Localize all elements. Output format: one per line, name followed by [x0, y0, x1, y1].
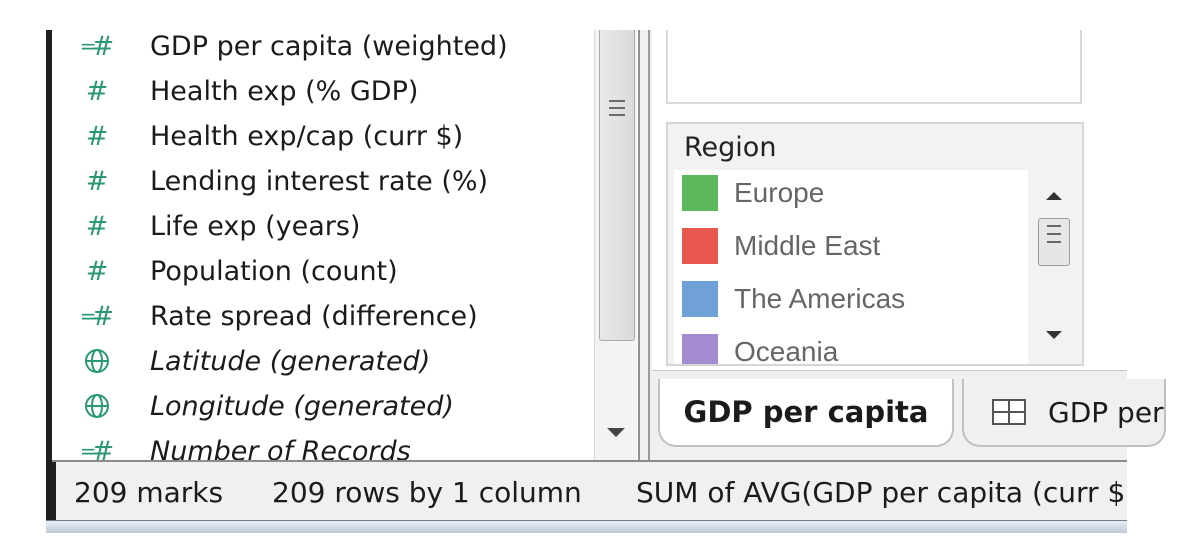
field-item[interactable]: # Health exp (% GDP): [52, 69, 592, 113]
legend-item[interactable]: Europe: [682, 172, 824, 214]
field-label: Rate spread (difference): [150, 300, 478, 332]
measure-icon: #: [85, 75, 109, 107]
measure-icon: #: [85, 165, 109, 197]
measure-icon: #: [85, 255, 109, 287]
field-item[interactable]: # Population (count): [52, 249, 592, 293]
sheet-tab-bar: GDP per capita GDP per: [652, 370, 1166, 461]
legend-label: Middle East: [734, 230, 881, 261]
window-frame-bottom: [46, 520, 1127, 533]
field-item[interactable]: = # GDP per capita (weighted): [52, 30, 592, 68]
field-item[interactable]: # Life exp (years): [52, 204, 592, 248]
field-label: Longitude (generated): [150, 390, 454, 422]
globe-icon: [72, 339, 122, 383]
scroll-up-arrow-icon[interactable]: [1046, 192, 1062, 200]
scroll-down-arrow-icon[interactable]: [607, 428, 625, 437]
field-label: Latitude (generated): [150, 345, 431, 377]
status-marks: 209 marks: [74, 476, 224, 509]
legend-label: Oceania: [734, 336, 839, 364]
field-item[interactable]: # Health exp/cap (curr $): [52, 114, 592, 158]
status-sum: SUM of AVG(GDP per capita (curr $: [636, 476, 1126, 509]
legend-label: Europe: [734, 177, 825, 208]
status-rows: 209 rows by 1 column: [272, 476, 582, 509]
legend-title: Region: [684, 132, 777, 163]
tab-label: GDP per capita: [683, 395, 929, 429]
field-label: Life exp (years): [150, 210, 361, 242]
globe-icon: [72, 384, 122, 428]
data-pane-field-list: = # GDP per capita (weighted) # Health exp (…: [52, 30, 592, 460]
scrollbar-thumb[interactable]: [599, 30, 635, 341]
data-pane-scrollbar[interactable]: [594, 30, 637, 460]
field-item[interactable]: = # Rate spread (difference): [52, 294, 592, 338]
card-panel: [666, 30, 1082, 104]
measure-icon: #: [85, 210, 109, 242]
field-label: Population (count): [150, 255, 398, 287]
color-swatch: [682, 281, 718, 317]
field-label: Lending interest rate (%): [150, 165, 489, 197]
field-label: Health exp/cap (curr $): [150, 120, 464, 152]
tab-gdp-per-capita[interactable]: GDP per capita: [658, 379, 954, 447]
scrollbar-grip-icon: [609, 100, 625, 120]
legend-item[interactable]: Oceania: [682, 331, 838, 364]
tableau-window: = # GDP per capita (weighted) # Health exp (…: [46, 30, 1166, 533]
window-frame-left: [52, 462, 56, 522]
field-item[interactable]: Longitude (generated): [52, 384, 592, 428]
field-item[interactable]: # Lending interest rate (%): [52, 159, 592, 203]
pane-splitter[interactable]: [638, 30, 652, 460]
crosstab-icon: [992, 399, 1026, 425]
field-item[interactable]: Latitude (generated): [52, 339, 592, 383]
scrollbar-thumb[interactable]: [1038, 218, 1070, 266]
legend-item[interactable]: The Americas: [682, 278, 905, 320]
legend-label: The Americas: [734, 283, 906, 314]
legend-list: Europe Middle East The Americas Oceania: [674, 170, 1028, 364]
field-label: Health exp (% GDP): [150, 75, 419, 107]
splitter-line: [648, 30, 650, 460]
color-swatch: [682, 175, 718, 211]
calculated-measure-icon: = #: [79, 30, 115, 62]
field-item[interactable]: = # Number of Records: [52, 429, 592, 461]
legend-scrollbar[interactable]: [1034, 170, 1074, 364]
splitter-line: [638, 30, 640, 460]
field-label: GDP per capita (weighted): [150, 30, 508, 62]
scroll-down-arrow-icon[interactable]: [1046, 331, 1062, 339]
color-legend: Region Europe Middle East The Americas Ocea…: [666, 122, 1084, 366]
field-label: Number of Records: [150, 435, 411, 461]
view-area: Region Europe Middle East The Americas Ocea…: [652, 30, 1166, 461]
color-swatch: [682, 334, 718, 364]
measure-icon: #: [85, 120, 109, 152]
calculated-measure-icon: = #: [79, 435, 115, 461]
calculated-measure-icon: = #: [79, 300, 115, 332]
status-bar: 209 marks 209 rows by 1 column SUM of AV…: [52, 460, 1127, 522]
tab-label: GDP per: [1048, 395, 1164, 429]
legend-item[interactable]: Middle East: [682, 225, 880, 267]
tab-gdp-per[interactable]: GDP per: [962, 379, 1166, 447]
color-swatch: [682, 228, 718, 264]
